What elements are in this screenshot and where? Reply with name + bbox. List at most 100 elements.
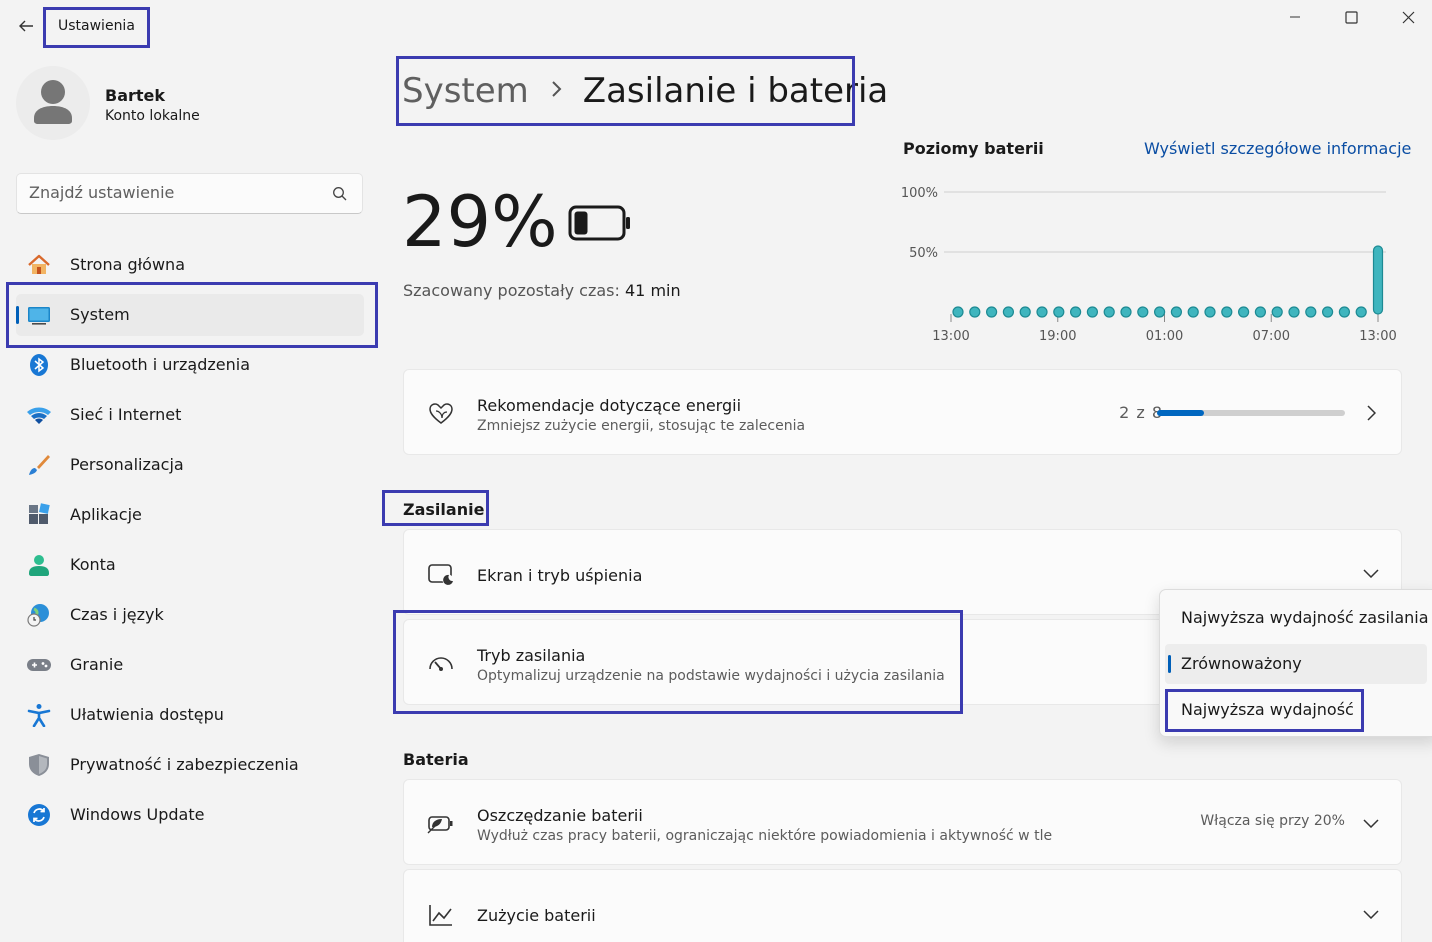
sidebar-item-label: Windows Update <box>70 805 205 824</box>
selection-indicator <box>1168 655 1171 673</box>
minimize-button[interactable] <box>1275 6 1315 28</box>
sidebar-item-label: Czas i język <box>70 605 164 624</box>
battery-level-point <box>985 306 998 318</box>
battery-level-point <box>1221 306 1233 318</box>
card-title: Oszczędzanie baterii <box>477 806 643 825</box>
account-type: Konto lokalne <box>105 108 200 124</box>
sidebar-item-label: Konta <box>70 555 116 574</box>
option-label: Najwyższa wydajność zasilania <box>1181 608 1429 627</box>
breadcrumb: System Zasilanie i bateria <box>402 66 888 116</box>
estimated-time-label: Szacowany pozostały czas: <box>403 281 620 300</box>
sidebar-item-network[interactable]: Sieć i Internet <box>16 394 364 436</box>
battery-level-point <box>1170 306 1182 318</box>
battery-level-point <box>1338 306 1350 318</box>
battery-level-point <box>1238 306 1250 318</box>
battery-level-point <box>1019 306 1031 318</box>
avatar <box>16 66 90 140</box>
sidebar-item-accessibility[interactable]: Ułatwienia dostępu <box>16 694 364 736</box>
x-tick-label: 01:00 <box>1146 329 1183 344</box>
sidebar-item-label: Bluetooth i urządzenia <box>70 355 250 374</box>
card-subtitle: Optymalizuj urządzenie na podstawie wyda… <box>477 668 945 684</box>
search-box[interactable] <box>16 173 363 214</box>
battery-level-point <box>969 306 981 318</box>
battery-level-point <box>1120 306 1132 318</box>
battery-percentage: 29% <box>402 181 558 263</box>
sidebar-item-accounts[interactable]: Konta <box>16 544 364 586</box>
battery-saver-card[interactable]: Oszczędzanie baterii Wydłuż czas pracy b… <box>403 779 1402 865</box>
accessibility-icon <box>26 703 52 727</box>
screen-sleep-icon <box>426 560 456 590</box>
breadcrumb-parent[interactable]: System <box>402 71 529 111</box>
details-link[interactable]: Wyświetl szczegółowe informacje <box>1144 139 1411 158</box>
sidebar-item-label: Granie <box>70 655 124 674</box>
system-icon <box>26 303 52 327</box>
battery-level-chart[interactable]: 100% 50% 13:00 19:00 01:00 07:00 13:00 <box>896 176 1408 352</box>
battery-level-point <box>1204 306 1216 318</box>
sidebar-item-gaming[interactable]: Granie <box>16 644 364 686</box>
card-subtitle: Zmniejsz zużycie energii, stosując te za… <box>477 418 806 434</box>
account-icon <box>26 553 52 577</box>
speedometer-icon <box>426 648 456 678</box>
sidebar-item-time-language[interactable]: Czas i język <box>16 594 364 636</box>
minimize-icon <box>1290 16 1300 18</box>
battery-level-point <box>1187 306 1199 318</box>
maximize-icon <box>1344 10 1358 24</box>
user-profile[interactable]: Bartek Konto lokalne <box>16 66 356 142</box>
sidebar-item-label: Sieć i Internet <box>70 405 182 424</box>
sidebar-item-home[interactable]: Strona główna <box>16 244 364 286</box>
battery-level-point <box>1254 306 1266 318</box>
sidebar-item-apps[interactable]: Aplikacje <box>16 494 364 536</box>
battery-usage-card[interactable]: Zużycie baterii <box>403 869 1402 942</box>
sidebar-item-label: Strona główna <box>70 255 185 274</box>
power-mode-option-selected[interactable]: Zrównoważony <box>1165 644 1427 684</box>
energy-recommendations-card[interactable]: Rekomendacje dotyczące energii Zmniejsz … <box>403 369 1402 455</box>
x-tick-label: 13:00 <box>932 329 969 344</box>
sidebar-item-label: Aplikacje <box>70 505 142 524</box>
section-title-battery: Bateria <box>403 750 469 769</box>
power-mode-option[interactable]: Najwyższa wydajność <box>1165 690 1427 730</box>
line-chart-icon <box>426 900 456 930</box>
leaf-heart-icon <box>426 398 456 428</box>
sidebar-item-windows-update[interactable]: Windows Update <box>16 794 364 836</box>
wifi-icon <box>26 403 52 427</box>
estimated-time: Szacowany pozostały czas: 41 min <box>403 281 681 300</box>
title-bar: Ustawienia <box>0 0 1432 52</box>
sidebar-item-privacy[interactable]: Prywatność i zabezpieczenia <box>16 744 364 786</box>
back-button[interactable] <box>12 12 40 40</box>
battery-saver-threshold: Włącza się przy 20% <box>1200 813 1345 829</box>
x-tick-label: 19:00 <box>1039 329 1076 344</box>
close-button[interactable] <box>1388 6 1428 28</box>
card-subtitle: Wydłuż czas pracy baterii, ograniczając … <box>477 828 1053 844</box>
maximize-button[interactable] <box>1331 6 1371 28</box>
search-input[interactable] <box>29 183 319 202</box>
shield-icon <box>26 753 52 777</box>
back-arrow-icon <box>19 20 33 32</box>
power-mode-option[interactable]: Najwyższa wydajność zasilania <box>1165 598 1429 638</box>
chart-title: Poziomy baterii <box>903 139 1044 158</box>
sidebar-item-label: System <box>70 305 130 324</box>
battery-level-point <box>1271 306 1283 318</box>
sidebar-item-personalization[interactable]: Personalizacja <box>16 444 364 486</box>
battery-level-point <box>1070 306 1082 318</box>
card-title: Rekomendacje dotyczące energii <box>477 396 742 415</box>
page-title: Zasilanie i bateria <box>582 71 889 111</box>
sidebar-item-bluetooth[interactable]: Bluetooth i urządzenia <box>16 344 364 386</box>
close-icon <box>1402 11 1414 23</box>
sidebar-item-system[interactable]: System <box>16 294 364 336</box>
gamepad-icon <box>26 653 52 677</box>
chevron-down-icon <box>1363 565 1379 581</box>
battery-saver-icon <box>426 808 456 838</box>
power-mode-dropdown[interactable]: Najwyższa wydajność zasilania Zrównoważo… <box>1159 589 1432 737</box>
y-tick-label: 50% <box>909 246 938 261</box>
battery-level-point <box>1355 306 1367 318</box>
x-tick-label: 07:00 <box>1253 329 1290 344</box>
globe-clock-icon <box>26 603 52 627</box>
update-icon <box>26 803 52 827</box>
card-title: Ekran i tryb uśpienia <box>477 566 643 585</box>
battery-level-point <box>1086 306 1098 318</box>
app-title: Ustawienia <box>58 18 135 34</box>
estimated-time-value: 41 min <box>625 281 681 300</box>
chevron-down-icon <box>1363 815 1379 831</box>
apps-icon <box>26 503 52 527</box>
sidebar-item-label: Personalizacja <box>70 455 184 474</box>
